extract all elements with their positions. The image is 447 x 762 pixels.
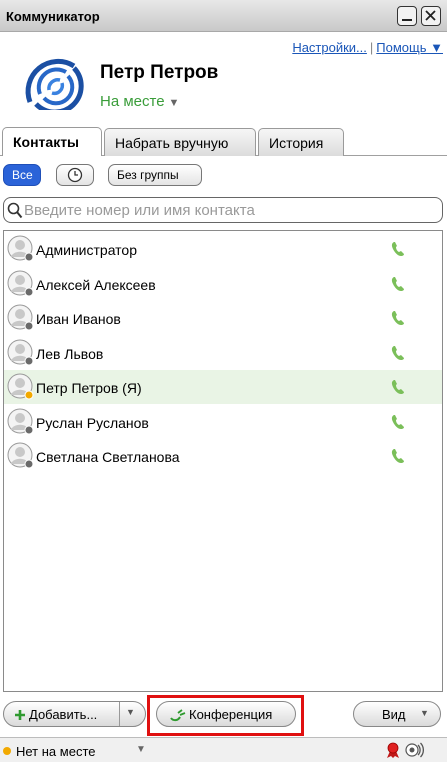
plus-icon	[15, 710, 25, 720]
contact-row[interactable]: Петр Петров (Я)	[4, 370, 442, 404]
chevron-down-icon: ▼	[420, 708, 429, 718]
chevron-down-icon[interactable]: ▼	[126, 707, 135, 717]
speaker-icon[interactable]	[404, 741, 424, 759]
contact-name: Светлана Светланова	[36, 449, 180, 465]
title-bar: Коммуникатор	[0, 0, 447, 32]
close-button[interactable]	[421, 6, 441, 26]
minimize-button[interactable]	[397, 6, 417, 26]
contact-row[interactable]: Алексей Алексеев	[4, 267, 442, 301]
header-links: Настройки... | Помощь ▼	[292, 40, 443, 55]
contact-list[interactable]: Администратор Алексей Алексеев Иван Иванов…	[3, 230, 443, 692]
tab-history[interactable]: История	[258, 128, 344, 156]
phone-icon[interactable]	[390, 275, 406, 293]
add-contact-button[interactable]: Добавить... ▼	[3, 701, 146, 727]
search-input[interactable]	[24, 200, 434, 220]
chevron-down-icon: ▼	[168, 97, 180, 109]
contact-name: Руслан Русланов	[36, 414, 149, 431]
tab-label: История	[269, 135, 324, 151]
divider	[119, 702, 120, 726]
phone-icon[interactable]	[390, 309, 406, 327]
avatar-icon	[7, 442, 34, 469]
phone-icon[interactable]	[390, 240, 406, 258]
filter-all-button[interactable]: Все	[3, 164, 41, 186]
help-link[interactable]: Помощь ▼	[376, 40, 443, 55]
contact-name: Петр Петров (Я)	[36, 380, 142, 396]
phone-icon[interactable]	[390, 447, 406, 465]
avatar-icon	[7, 373, 34, 400]
highlight-box	[147, 695, 304, 736]
avatar-icon	[7, 304, 34, 331]
search-icon	[7, 202, 23, 219]
filter-no-group-button[interactable]: Без группы	[108, 164, 202, 186]
clock-icon	[67, 167, 83, 183]
settings-link[interactable]: Настройки...	[292, 40, 367, 55]
contact-name: Администратор	[36, 242, 138, 258]
tab-label: Набрать вручную	[115, 135, 229, 151]
view-button[interactable]: Вид ▼	[353, 701, 441, 727]
phone-icon[interactable]	[390, 413, 406, 431]
add-button-label: Добавить...	[29, 707, 98, 722]
search-box	[3, 197, 443, 223]
presence-selector[interactable]: На месте ▼	[100, 93, 179, 110]
tab-contacts[interactable]: Контакты	[2, 127, 102, 156]
link-separator: |	[369, 40, 374, 55]
contact-row[interactable]: Руслан Русланов	[4, 405, 442, 439]
filter-recent-button[interactable]	[56, 164, 94, 186]
tab-label: Контакты	[13, 134, 80, 150]
tab-manual-dial[interactable]: Набрать вручную	[104, 128, 256, 156]
status-dot-icon	[3, 747, 11, 755]
tab-bar: Контакты Набрать вручную История	[0, 126, 447, 156]
status-selector[interactable]: Нет на месте	[16, 744, 95, 759]
close-icon	[425, 10, 436, 21]
contact-row[interactable]: Лев Львов	[4, 336, 442, 370]
contact-name: Лев Львов	[36, 345, 104, 362]
view-button-label: Вид	[382, 707, 406, 722]
avatar-icon	[7, 339, 34, 365]
window-title: Коммуникатор	[6, 9, 100, 24]
contact-row[interactable]: Администратор	[4, 232, 442, 266]
avatar-icon	[7, 408, 34, 434]
presence-label: На месте	[100, 93, 165, 110]
phone-icon[interactable]	[390, 378, 406, 396]
contact-row[interactable]: Светлана Светланова	[4, 439, 442, 473]
user-name: Петр Петров	[100, 62, 219, 83]
contact-name: Алексей Алексеев	[36, 276, 156, 293]
phone-icon[interactable]	[390, 344, 406, 362]
contact-name: Иван Иванов	[36, 311, 121, 327]
avatar-icon	[7, 270, 34, 296]
chevron-down-icon[interactable]: ▼	[136, 744, 146, 755]
avatar-icon	[7, 235, 34, 262]
app-logo-icon	[12, 48, 88, 110]
award-icon	[387, 742, 399, 758]
contact-row[interactable]: Иван Иванов	[4, 301, 442, 335]
status-bar: Нет на месте ▼	[0, 737, 447, 762]
filter-bar: Все Без группы	[0, 164, 447, 190]
